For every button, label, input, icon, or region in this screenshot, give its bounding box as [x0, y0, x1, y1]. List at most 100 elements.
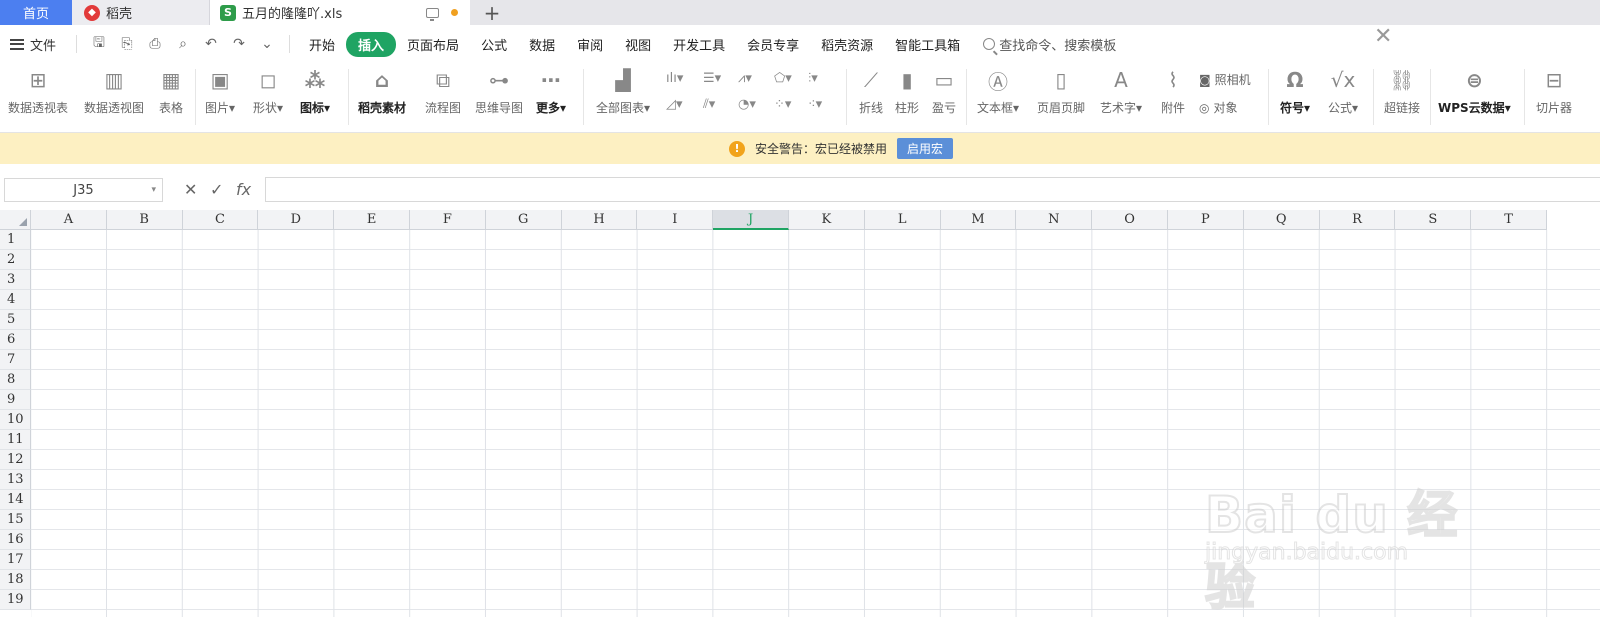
pie-chart-icon[interactable]: ◔▾	[738, 97, 756, 112]
menu-item-home[interactable]: 开始	[298, 31, 346, 58]
column-header[interactable]: L	[864, 210, 941, 230]
row-header[interactable]: 19	[0, 590, 31, 610]
row-header[interactable]: 5	[0, 310, 31, 330]
column-header[interactable]: B	[106, 210, 183, 230]
chevron-down-icon[interactable]: ▾	[151, 185, 156, 195]
row-header[interactable]: 7	[0, 350, 31, 370]
column-header[interactable]: P	[1168, 210, 1244, 230]
icon-library-button[interactable]: ⁂ 图标▾	[300, 67, 330, 116]
formula-input[interactable]	[265, 177, 1600, 202]
row-header[interactable]: 15	[0, 510, 31, 530]
stock-chart-icon[interactable]: ⫶▾	[808, 71, 818, 86]
textbox-button[interactable]: Ⓐ 文本框▾	[977, 67, 1019, 116]
menu-item-page-layout[interactable]: 页面布局	[396, 31, 470, 58]
column-header[interactable]: I	[637, 210, 714, 230]
mindmap-button[interactable]: ⊶ 思维导图	[475, 67, 523, 116]
object-button[interactable]: ◎ 对象	[1199, 99, 1238, 116]
row-header[interactable]: 9	[0, 390, 31, 410]
header-footer-button[interactable]: ▯ 页眉页脚	[1037, 67, 1085, 116]
menu-item-smart-tools[interactable]: 智能工具箱	[884, 31, 971, 58]
equation-button[interactable]: √x 公式▾	[1328, 67, 1358, 116]
slicer-button[interactable]: ⊟ 切片器	[1536, 67, 1572, 116]
name-box[interactable]: J35 ▾	[4, 178, 163, 202]
pivot-table-button[interactable]: ⊞ 数据透视表	[8, 67, 68, 116]
close-icon[interactable]: ✕	[1374, 24, 1392, 49]
column-header[interactable]: M	[940, 210, 1017, 230]
column-chart-icon[interactable]: ılı▾	[666, 71, 683, 86]
row-header[interactable]: 13	[0, 470, 31, 490]
column-header[interactable]: Q	[1243, 210, 1320, 230]
scatter-chart-icon[interactable]: ⁘▾	[774, 97, 791, 112]
radar-chart-icon[interactable]: ⬠▾	[774, 71, 792, 86]
flowchart-button[interactable]: ⧉ 流程图	[425, 67, 461, 116]
monitor-icon[interactable]	[426, 7, 439, 21]
column-header[interactable]: O	[1092, 210, 1168, 230]
column-header[interactable]: D	[258, 210, 335, 230]
column-header[interactable]: T	[1471, 210, 1547, 230]
area-chart-icon[interactable]: ◿▾	[666, 97, 683, 112]
undo-icon[interactable]: ↶	[203, 36, 219, 52]
select-all-corner[interactable]	[0, 210, 31, 230]
row-header[interactable]: 18	[0, 570, 31, 590]
cancel-icon[interactable]: ✕	[184, 180, 197, 199]
menu-item-data[interactable]: 数据	[518, 31, 566, 58]
camera-button[interactable]: ◙ 照相机	[1199, 71, 1251, 88]
column-header[interactable]: J	[713, 210, 789, 230]
menu-item-review[interactable]: 审阅	[566, 31, 614, 58]
tab-file[interactable]: S 五月的隆隆吖.xls	[210, 0, 470, 25]
row-header[interactable]: 12	[0, 450, 31, 470]
menu-item-developer[interactable]: 开发工具	[662, 31, 736, 58]
column-header[interactable]: H	[561, 210, 638, 230]
save-icon[interactable]: 🖫	[91, 35, 107, 52]
column-header[interactable]: E	[334, 210, 410, 230]
all-charts-button[interactable]: ▟ 全部图表▾	[596, 67, 650, 116]
column-header[interactable]: N	[1016, 210, 1093, 230]
column-header[interactable]: K	[789, 210, 865, 230]
sparkline-column-button[interactable]: ▮ 柱形	[894, 67, 920, 116]
menu-item-member[interactable]: 会员专享	[736, 31, 810, 58]
print-icon[interactable]: ⎙	[147, 36, 163, 52]
line-chart-icon[interactable]: ⩘▾	[738, 71, 752, 86]
row-header[interactable]: 11	[0, 430, 31, 450]
row-header[interactable]: 1	[0, 230, 31, 250]
enable-macros-button[interactable]: 启用宏	[897, 138, 954, 159]
row-header[interactable]: 14	[0, 490, 31, 510]
shape-button[interactable]: ◻ 形状▾	[253, 67, 283, 116]
menu-item-formulas[interactable]: 公式	[470, 31, 518, 58]
row-header[interactable]: 17	[0, 550, 31, 570]
bubble-chart-icon[interactable]: ⁖▾	[808, 97, 822, 112]
sparkline-line-button[interactable]: ⟋ 折线	[858, 67, 884, 116]
insert-function-icon[interactable]: fx	[236, 180, 251, 199]
symbol-button[interactable]: Ω 符号▾	[1280, 67, 1310, 116]
row-header[interactable]: 6	[0, 330, 31, 350]
confirm-check-icon[interactable]: ✓	[210, 180, 223, 199]
command-search[interactable]: 查找命令、搜索模板	[983, 35, 1116, 54]
bar-chart-horizontal-icon[interactable]: ☰▾	[703, 71, 721, 86]
pivot-chart-button[interactable]: ▥ 数据透视图	[84, 67, 144, 116]
tab-daoke[interactable]: ◆ 稻壳	[72, 0, 210, 25]
table-button[interactable]: ▦ 表格	[158, 67, 184, 116]
column-header[interactable]: G	[485, 210, 562, 230]
combo-chart-icon[interactable]: ⫽▾	[703, 97, 715, 112]
menu-item-view[interactable]: 视图	[614, 31, 662, 58]
column-header[interactable]: S	[1395, 210, 1472, 230]
chevron-down-icon[interactable]: ⌄	[259, 36, 275, 52]
picture-button[interactable]: ▣ 图片▾	[205, 67, 235, 116]
column-header[interactable]: F	[410, 210, 486, 230]
sparkline-winloss-button[interactable]: ▭ 盈亏	[931, 67, 957, 116]
tab-home[interactable]: 首页	[0, 0, 72, 25]
add-tab-button[interactable]: +	[480, 0, 504, 25]
row-header[interactable]: 16	[0, 530, 31, 550]
daoke-material-button[interactable]: ⌂ 稻壳素材	[358, 67, 406, 116]
file-menu-button[interactable]: 文件	[10, 35, 56, 54]
row-header[interactable]: 4	[0, 290, 31, 310]
attachment-button[interactable]: ⌇ 附件	[1160, 67, 1186, 116]
column-header[interactable]: A	[31, 210, 107, 230]
row-header[interactable]: 2	[0, 250, 31, 270]
export-pdf-icon[interactable]: ⎘	[119, 36, 135, 52]
wps-cloud-data-button[interactable]: ⊜ WPS云数据▾	[1438, 67, 1511, 116]
more-button[interactable]: ⋯ 更多▾	[536, 67, 566, 116]
row-header[interactable]: 3	[0, 270, 31, 290]
wordart-button[interactable]: A 艺术字▾	[1100, 67, 1142, 116]
row-header[interactable]: 8	[0, 370, 31, 390]
